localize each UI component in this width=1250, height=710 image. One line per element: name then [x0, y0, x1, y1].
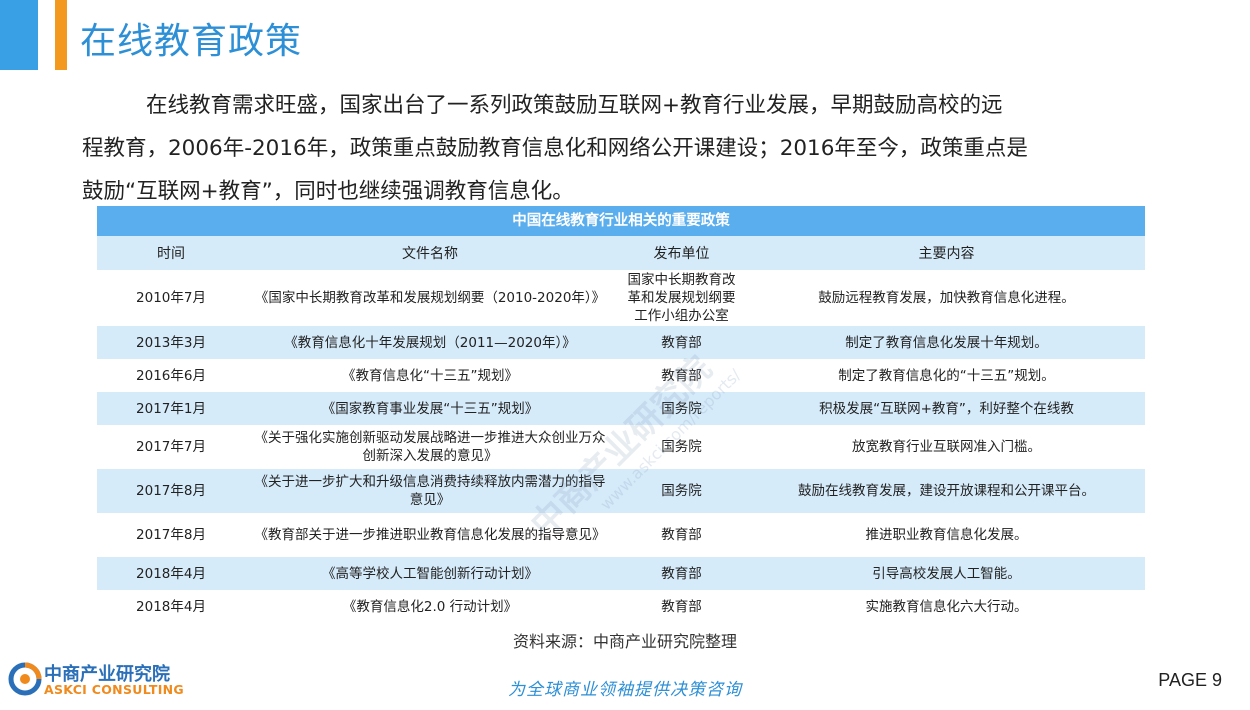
footer-slogan: 为全球商业领袖提供决策咨询	[508, 680, 742, 700]
intro-paragraph: 在线教育需求旺盛，国家出台了一系列政策鼓励互联网+教育行业发展，早期鼓励高校的远…	[82, 84, 1162, 213]
intro-line: 在线教育需求旺盛，国家出台了一系列政策鼓励互联网+教育行业发展，早期鼓励高校的远	[146, 93, 1003, 118]
cell-document: 《国家教育事业发展“十三五”规划》	[245, 392, 615, 425]
cell-document: 《关于进一步扩大和升级信息消费持续释放内需潜力的指导意见》	[245, 469, 615, 513]
intro-line: 程教育，2006年-2016年，政策重点鼓励教育信息化和网络公开课建设；2016…	[82, 136, 1028, 161]
cell-content: 鼓励远程教育发展，加快教育信息化进程。	[748, 270, 1145, 326]
header-time: 时间	[97, 236, 245, 270]
policy-table-container: 中国在线教育行业相关的重要政策 时间 文件名称 发布单位 主要内容 2010年7…	[97, 206, 1145, 623]
cell-content: 积极发展“互联网+教育”，利好整个在线教	[748, 392, 1145, 425]
header-issuer: 发布单位	[615, 236, 748, 270]
header-document: 文件名称	[245, 236, 615, 270]
cell-time: 2017年1月	[97, 392, 245, 425]
cell-content: 实施教育信息化六大行动。	[748, 590, 1145, 623]
table-row: 2013年3月 《教育信息化十年发展规划（2011—2020年）》 教育部 制定…	[97, 326, 1145, 359]
cell-issuer: 教育部	[615, 513, 748, 557]
cell-time: 2016年6月	[97, 359, 245, 392]
cell-content: 引导高校发展人工智能。	[748, 557, 1145, 590]
cell-time: 2018年4月	[97, 590, 245, 623]
cell-time: 2017年7月	[97, 425, 245, 469]
cell-document: 《教育信息化“十三五”规划》	[245, 359, 615, 392]
cell-issuer: 教育部	[615, 359, 748, 392]
cell-content: 鼓励在线教育发展，建设开放课程和公开课平台。	[748, 469, 1145, 513]
cell-document: 《教育信息化十年发展规划（2011—2020年）》	[245, 326, 615, 359]
table-caption: 中国在线教育行业相关的重要政策	[97, 206, 1145, 236]
cell-issuer: 国务院	[615, 392, 748, 425]
cell-document: 《关于强化实施创新驱动发展战略进一步推进大众创业万众创新深入发展的意见》	[245, 425, 615, 469]
cell-document: 《国家中长期教育改革和发展规划纲要（2010-2020年）》	[245, 270, 615, 326]
table-header-row: 时间 文件名称 发布单位 主要内容	[97, 236, 1145, 270]
policy-table: 中国在线教育行业相关的重要政策 时间 文件名称 发布单位 主要内容 2010年7…	[97, 206, 1145, 623]
table-row: 2017年1月 《国家教育事业发展“十三五”规划》 国务院 积极发展“互联网+教…	[97, 392, 1145, 425]
cell-time: 2013年3月	[97, 326, 245, 359]
table-row: 2016年6月 《教育信息化“十三五”规划》 教育部 制定了教育信息化的“十三五…	[97, 359, 1145, 392]
cell-document: 《教育信息化2.0 行动计划》	[245, 590, 615, 623]
cell-content: 放宽教育行业互联网准入门槛。	[748, 425, 1145, 469]
accent-bar-blue	[0, 0, 38, 70]
cell-issuer: 教育部	[615, 557, 748, 590]
table-row: 2017年7月 《关于强化实施创新驱动发展战略进一步推进大众创业万众创新深入发展…	[97, 425, 1145, 469]
cell-content: 制定了教育信息化的“十三五”规划。	[748, 359, 1145, 392]
cell-time: 2017年8月	[97, 469, 245, 513]
source-note: 资料来源：中商产业研究院整理	[512, 632, 737, 651]
cell-issuer: 国务院	[615, 469, 748, 513]
cell-time: 2017年8月	[97, 513, 245, 557]
cell-issuer: 教育部	[615, 326, 748, 359]
page-number: PAGE 9	[1158, 670, 1222, 690]
cell-issuer: 教育部	[615, 590, 748, 623]
page-title: 在线教育政策	[80, 21, 303, 62]
cell-issuer: 国务院	[615, 425, 748, 469]
table-row: 2010年7月 《国家中长期教育改革和发展规划纲要（2010-2020年）》 国…	[97, 270, 1145, 326]
table-row: 2018年4月 《高等学校人工智能创新行动计划》 教育部 引导高校发展人工智能。	[97, 557, 1145, 590]
cell-time: 2010年7月	[97, 270, 245, 326]
cell-document: 《高等学校人工智能创新行动计划》	[245, 557, 615, 590]
table-row: 2017年8月 《教育部关于进一步推进职业教育信息化发展的指导意见》 教育部 推…	[97, 513, 1145, 557]
cell-time: 2018年4月	[97, 557, 245, 590]
cell-document: 《教育部关于进一步推进职业教育信息化发展的指导意见》	[245, 513, 615, 557]
cell-content: 制定了教育信息化发展十年规划。	[748, 326, 1145, 359]
accent-bar-orange	[55, 0, 67, 70]
header-content: 主要内容	[748, 236, 1145, 270]
cell-issuer: 国家中长期教育改革和发展规划纲要工作小组办公室	[615, 270, 748, 326]
table-row: 2018年4月 《教育信息化2.0 行动计划》 教育部 实施教育信息化六大行动。	[97, 590, 1145, 623]
cell-content: 推进职业教育信息化发展。	[748, 513, 1145, 557]
table-row: 2017年8月 《关于进一步扩大和升级信息消费持续释放内需潜力的指导意见》 国务…	[97, 469, 1145, 513]
